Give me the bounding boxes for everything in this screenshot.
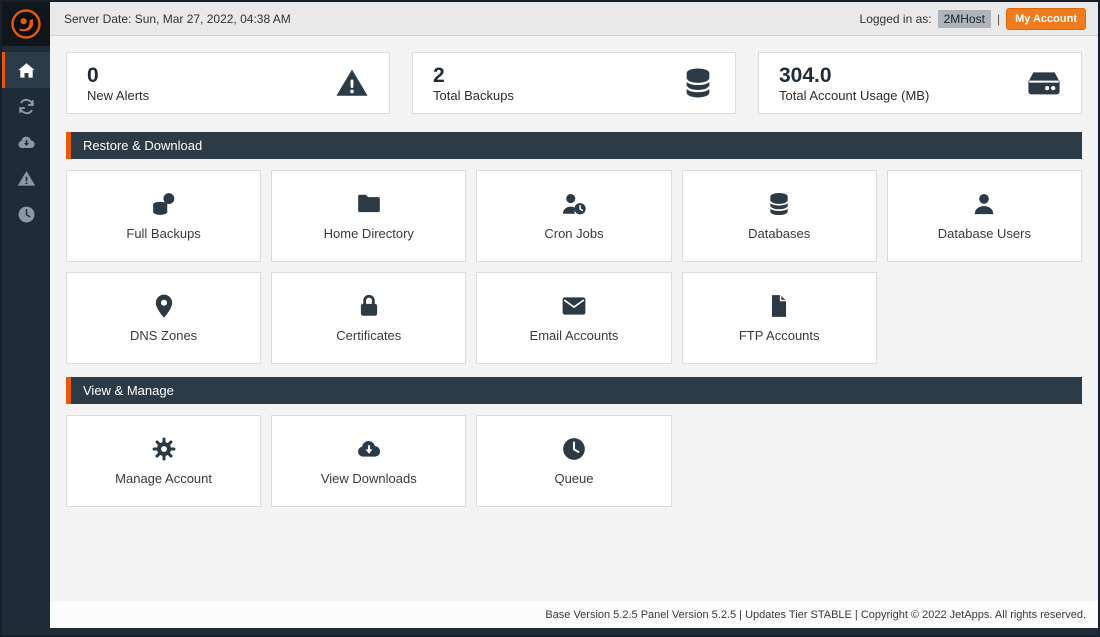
app-logo[interactable] — [2, 2, 50, 46]
card-ftp-accounts[interactable]: FTP Accounts — [682, 272, 877, 364]
database-icon — [681, 66, 715, 100]
card-label: Manage Account — [115, 471, 212, 486]
card-label: Full Backups — [126, 226, 200, 241]
card-label: Certificates — [336, 328, 401, 343]
card-label: Home Directory — [324, 226, 414, 241]
view-manage-grid: Manage Account View Downloads Queue — [66, 415, 1082, 507]
card-certificates[interactable]: Certificates — [271, 272, 466, 364]
restore-download-grid: Full Backups Home Directory Cron Jobs Da… — [66, 170, 1082, 364]
section-view-manage: View & Manage — [66, 377, 1082, 404]
sidebar — [2, 2, 50, 635]
envelope-icon — [561, 293, 587, 319]
folder-icon — [356, 191, 382, 217]
hdd-icon — [1027, 66, 1061, 100]
stat-label: Total Account Usage (MB) — [779, 88, 929, 103]
logged-in-label: Logged in as: — [860, 12, 932, 26]
file-icon — [766, 293, 792, 319]
card-label: Email Accounts — [530, 328, 619, 343]
card-databases[interactable]: Databases — [682, 170, 877, 262]
card-label: Queue — [554, 471, 593, 486]
card-dns-zones[interactable]: DNS Zones — [66, 272, 261, 364]
stat-label: Total Backups — [433, 88, 514, 103]
card-label: Database Users — [938, 226, 1031, 241]
restore-sync-icon — [17, 97, 36, 116]
card-email-accounts[interactable]: Email Accounts — [476, 272, 671, 364]
server-date: Server Date: Sun, Mar 27, 2022, 04:38 AM — [64, 12, 291, 26]
sidebar-item-alerts[interactable] — [2, 160, 50, 196]
alert-triangle-icon — [335, 66, 369, 100]
card-view-downloads[interactable]: View Downloads — [271, 415, 466, 507]
sidebar-nav — [2, 52, 50, 232]
card-label: Cron Jobs — [544, 226, 603, 241]
card-queue[interactable]: Queue — [476, 415, 671, 507]
stat-value: 304.0 — [779, 63, 929, 88]
stat-label: New Alerts — [87, 88, 149, 103]
footer-version-text: Base Version 5.2.5 Panel Version 5.2.5 |… — [545, 609, 1086, 621]
stat-account-usage[interactable]: 304.0 Total Account Usage (MB) — [758, 52, 1082, 114]
gear-icon — [151, 436, 177, 462]
home-icon — [17, 61, 36, 80]
cloud-download-icon — [17, 133, 36, 152]
topbar: Server Date: Sun, Mar 27, 2022, 04:38 AM… — [50, 2, 1098, 36]
footer: Base Version 5.2.5 Panel Version 5.2.5 |… — [50, 601, 1098, 628]
topbar-divider: | — [997, 12, 1000, 26]
card-cron-jobs[interactable]: Cron Jobs — [476, 170, 671, 262]
jetbackup-panel-window: Server Date: Sun, Mar 27, 2022, 04:38 AM… — [0, 0, 1100, 637]
stat-value: 0 — [87, 63, 149, 88]
clock-icon — [561, 436, 587, 462]
alert-triangle-icon — [17, 169, 36, 188]
lock-icon — [356, 293, 382, 319]
user-icon — [971, 191, 997, 217]
sidebar-item-home[interactable] — [2, 52, 50, 88]
card-home-directory[interactable]: Home Directory — [271, 170, 466, 262]
coins-backup-icon — [151, 191, 177, 217]
stat-new-alerts[interactable]: 0 New Alerts — [66, 52, 390, 114]
section-restore-download: Restore & Download — [66, 132, 1082, 159]
card-label: DNS Zones — [130, 328, 197, 343]
main-content: 0 New Alerts 2 Total Backups 304.0 — [50, 36, 1098, 601]
user-clock-icon — [561, 191, 587, 217]
username-badge[interactable]: 2MHost — [938, 10, 991, 28]
topbar-right: Logged in as: 2MHost | My Account — [860, 8, 1086, 30]
sidebar-item-queue[interactable] — [2, 196, 50, 232]
section-title: View & Manage — [83, 383, 174, 398]
card-manage-account[interactable]: Manage Account — [66, 415, 261, 507]
section-title: Restore & Download — [83, 138, 202, 153]
sidebar-item-downloads[interactable] — [2, 124, 50, 160]
card-database-users[interactable]: Database Users — [887, 170, 1082, 262]
stats-row: 0 New Alerts 2 Total Backups 304.0 — [66, 52, 1082, 114]
card-label: View Downloads — [321, 471, 417, 486]
cloud-download-icon — [356, 436, 382, 462]
database-icon — [766, 191, 792, 217]
my-account-button[interactable]: My Account — [1006, 8, 1086, 30]
stat-value: 2 — [433, 63, 514, 88]
map-marker-icon — [151, 293, 177, 319]
jetapps-logo-icon — [10, 8, 42, 40]
card-full-backups[interactable]: Full Backups — [66, 170, 261, 262]
card-label: FTP Accounts — [739, 328, 820, 343]
card-label: Databases — [748, 226, 810, 241]
stat-total-backups[interactable]: 2 Total Backups — [412, 52, 736, 114]
clock-icon — [17, 205, 36, 224]
sidebar-item-restore[interactable] — [2, 88, 50, 124]
